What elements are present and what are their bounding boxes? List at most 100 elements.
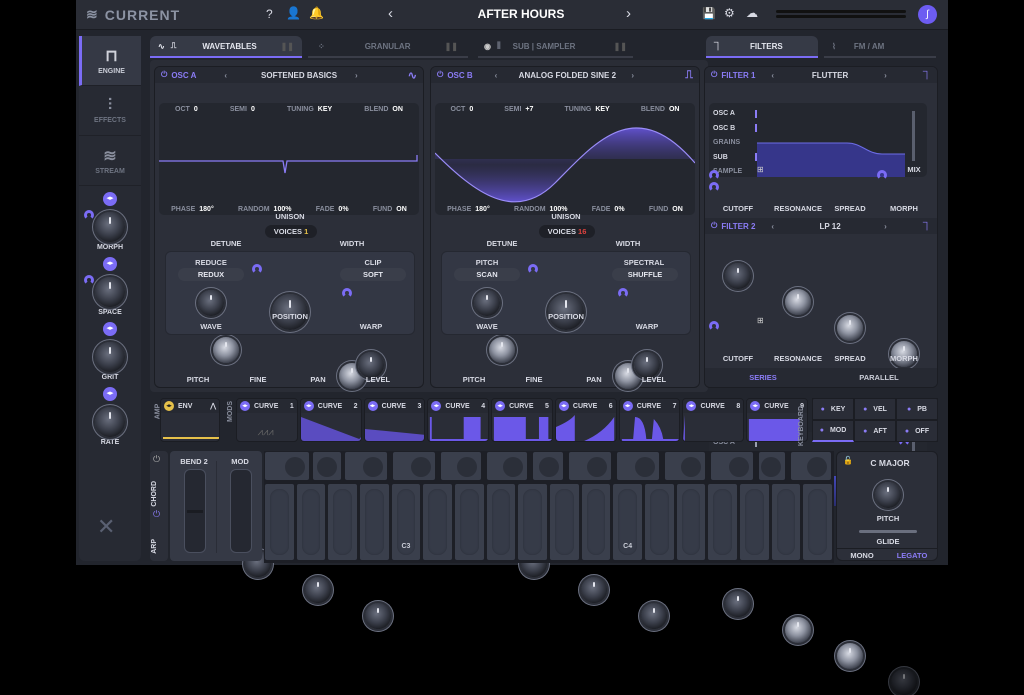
curve-mod-1[interactable]: ◂▸ CURVE 1 ⩘⩘⩘ — [236, 398, 298, 442]
env-mod[interactable]: ◂▸ ENV ⋀ — [160, 398, 220, 442]
white-key[interactable] — [327, 483, 358, 561]
oct-value[interactable]: 0 — [194, 106, 198, 113]
macro-link-button[interactable]: ◂▸ — [103, 192, 117, 206]
mono-button[interactable]: MONO — [837, 551, 887, 560]
morph-knob[interactable] — [891, 669, 917, 695]
spread-knob[interactable] — [837, 643, 863, 669]
prev-filter-button[interactable]: ‹ — [771, 71, 774, 80]
pan-knob[interactable] — [305, 577, 331, 603]
cutoff-knob[interactable] — [725, 263, 751, 289]
nav-stream[interactable]: ≋ STREAM — [79, 136, 141, 186]
glide-slider[interactable] — [859, 530, 917, 533]
curve-link-button[interactable]: ◂▸ — [686, 401, 697, 411]
tab-granular[interactable]: ⁘ GRANULAR ❚❚ — [308, 36, 468, 58]
prev-filter-button[interactable]: ‹ — [771, 222, 774, 231]
filter-shape-icon[interactable]: ⏋ — [923, 221, 931, 232]
black-key[interactable] — [568, 451, 612, 481]
macro-link-button[interactable]: ◂▸ — [103, 322, 117, 336]
arp-tab[interactable]: ARP — [151, 539, 158, 554]
filter-1-display[interactable]: OSC A OSC B GRAINS SUB SAMPLE MIX — [709, 103, 927, 177]
mod-source-mod[interactable]: ● MOD — [812, 420, 854, 442]
osc-b-wave-display[interactable]: OCT 0 SEMI +7 TUNING KEY BLEND ON PHASE 180° RAND… — [435, 103, 695, 215]
curve-link-button[interactable]: ◂▸ — [622, 401, 633, 411]
space-macro-knob[interactable] — [95, 277, 125, 307]
black-key[interactable] — [312, 451, 342, 481]
output-meter[interactable] — [776, 8, 906, 20]
voices-selector[interactable]: VOICES 16 — [539, 225, 595, 238]
cutoff-knob[interactable] — [725, 591, 751, 617]
tab-wavetables[interactable]: ∿ ⎍ WAVETABLES ❚❚ — [150, 36, 302, 58]
resonance-knob[interactable] — [785, 617, 811, 643]
fade-value[interactable]: 0% — [338, 206, 348, 213]
scale-name[interactable]: C MAJOR — [855, 458, 925, 468]
source-grains[interactable]: GRAINS — [713, 136, 742, 151]
phase-value[interactable]: 180° — [199, 206, 213, 213]
filter-shape-icon[interactable]: ⏋ — [923, 70, 931, 81]
mix-slider[interactable] — [912, 111, 915, 161]
chord-tab[interactable]: CHORD — [151, 481, 158, 507]
white-key[interactable] — [264, 483, 295, 561]
square-wave-icon[interactable]: ⎍ — [685, 69, 693, 82]
level-knob[interactable] — [641, 603, 667, 629]
chord-power-icon[interactable]: ⏻ — [153, 454, 160, 465]
curve-mod-5[interactable]: ◂▸ CURVE 5 — [491, 398, 553, 442]
white-key[interactable] — [422, 483, 453, 561]
black-key[interactable] — [710, 451, 754, 481]
curve-mod-4[interactable]: ◂▸ CURVE 4 — [427, 398, 490, 442]
macro-link-button[interactable]: ◂▸ — [103, 257, 117, 271]
morph-macro-knob[interactable] — [95, 212, 125, 242]
phase-value[interactable]: 180° — [475, 206, 489, 213]
pitch-knob[interactable] — [875, 482, 901, 508]
black-key[interactable] — [664, 451, 706, 481]
pitch-mode-selector[interactable]: SCAN — [454, 268, 520, 281]
source-osc-b[interactable]: OSC B — [713, 122, 742, 137]
mod-source-off[interactable]: ● OFF — [896, 420, 938, 442]
mod-source-key[interactable]: ● KEY — [812, 398, 854, 420]
save-icon[interactable]: 💾 — [702, 7, 716, 20]
next-wavetable-button[interactable]: › — [631, 71, 634, 80]
blend-value[interactable]: ON — [392, 106, 403, 113]
curve-mod-7[interactable]: ◂▸ CURVE 7 — [618, 398, 681, 442]
fund-value[interactable]: ON — [396, 206, 407, 213]
curve-link-button[interactable]: ◂▸ — [495, 401, 506, 411]
white-key[interactable] — [675, 483, 707, 561]
parallel-button[interactable]: PARALLEL — [821, 373, 937, 382]
gear-icon[interactable]: ⚙ — [724, 6, 735, 20]
clip-mode-selector[interactable]: SOFT — [340, 268, 406, 281]
white-key[interactable] — [454, 483, 485, 561]
mod-source-pb[interactable]: ● PB — [896, 398, 938, 420]
next-filter-button[interactable]: › — [884, 71, 887, 80]
bell-icon[interactable]: 🔔 — [309, 6, 324, 20]
tuning-value[interactable]: KEY — [318, 106, 332, 113]
curve-link-button[interactable]: ◂▸ — [240, 401, 250, 411]
black-key[interactable] — [758, 451, 786, 481]
next-preset-button[interactable]: › — [626, 5, 631, 22]
black-key[interactable] — [486, 451, 528, 481]
power-icon[interactable]: ⏻ — [711, 70, 717, 80]
mod-source-aft[interactable]: ● AFT — [854, 420, 896, 442]
voices-selector[interactable]: VOICES 1 — [265, 225, 317, 238]
black-key[interactable] — [616, 451, 660, 481]
detune-knob[interactable] — [213, 337, 239, 363]
macro-link-button[interactable]: ◂▸ — [103, 387, 117, 401]
keytrack-icon[interactable]: ⊞ — [757, 316, 764, 325]
detune-knob[interactable] — [489, 337, 515, 363]
curve-link-button[interactable]: ◂▸ — [558, 401, 569, 411]
curve-mod-3[interactable]: ◂▸ CURVE 3 — [363, 398, 426, 442]
arp-power-icon[interactable]: ⏻ — [153, 509, 160, 520]
power-icon[interactable]: ⏻ — [161, 70, 167, 80]
user-icon[interactable]: 👤 — [286, 6, 301, 20]
wavetable-name[interactable]: SOFTENED BASICS — [249, 71, 349, 80]
black-key[interactable] — [532, 451, 564, 481]
white-key[interactable] — [549, 483, 580, 561]
nav-effects[interactable]: ⫶ EFFECTS — [79, 86, 141, 136]
source-sub[interactable]: SUB — [713, 151, 742, 166]
black-key[interactable] — [264, 451, 310, 481]
keytrack-icon[interactable]: ⊞ — [757, 165, 764, 174]
curve-mod-6[interactable]: ◂▸ CURVE 6 — [554, 398, 617, 442]
tab-sub-sampler[interactable]: ◉ ⫼ SUB | SAMPLER ❚❚ — [478, 36, 633, 58]
power-toggle-icon[interactable]: ❚❚ — [281, 42, 294, 51]
power-icon[interactable]: ⏻ — [437, 70, 443, 80]
white-key[interactable] — [295, 483, 327, 561]
white-key[interactable]: C3 — [390, 483, 422, 561]
